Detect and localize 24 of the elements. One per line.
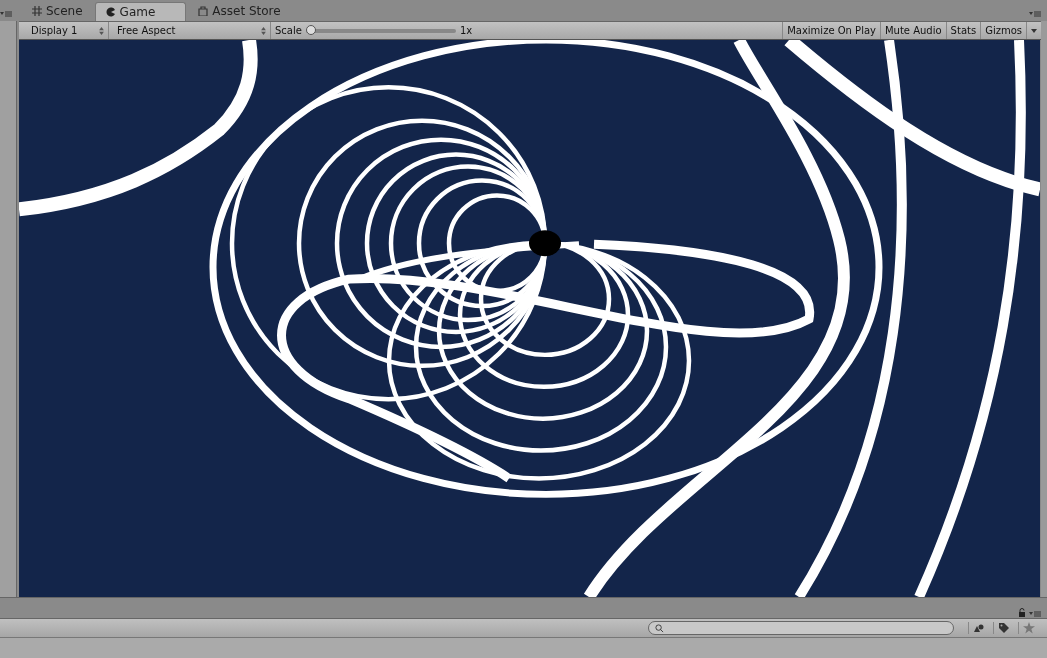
search-icon [655,623,664,633]
aspect-dropdown[interactable]: Free Aspect [109,22,271,39]
updown-arrows-icon [99,26,104,35]
menu-icon[interactable] [0,11,12,17]
display-dropdown[interactable]: Display 1 [23,22,109,39]
scale-reading: 1x [459,25,473,36]
tab[interactable]: Scene [22,2,93,20]
toolbar-button[interactable]: Maximize On Play [782,22,880,39]
lock-icon[interactable] [1018,608,1026,617]
gizmos-dropdown[interactable]: Gizmos [980,22,1026,39]
search-field[interactable] [648,621,954,635]
slider-thumb[interactable] [305,24,316,35]
menu-icon[interactable] [1029,611,1041,617]
tab[interactable]: Game [94,2,187,21]
grid-icon [32,6,42,16]
toolbar-button[interactable]: Stats [945,22,981,39]
updown-arrows-icon [261,26,266,35]
toolbar-button[interactable]: Mute Audio [879,22,946,39]
scale-label: Scale [275,25,302,36]
scale-slider[interactable] [305,28,456,33]
tab[interactable]: Asset Store [188,2,291,20]
bag-icon [198,6,209,16]
pacman-icon [105,7,116,17]
menu-icon[interactable] [1029,11,1041,17]
